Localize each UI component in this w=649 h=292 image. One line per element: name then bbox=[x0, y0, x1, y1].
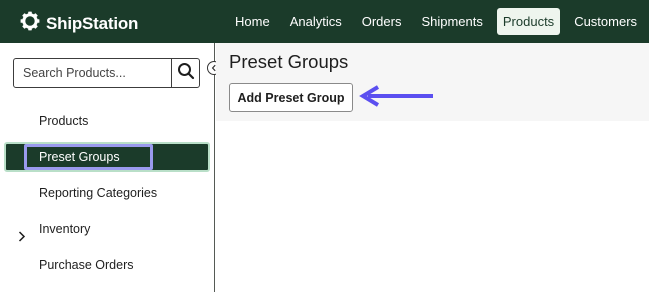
brand-name: ShipStation bbox=[46, 13, 139, 33]
brand-logo[interactable]: ShipStation bbox=[20, 11, 138, 36]
nav-item-products[interactable]: Products bbox=[496, 8, 561, 35]
sidebar-item-label: Reporting Categories bbox=[39, 186, 158, 200]
sidebar-item-label: Preset Groups bbox=[39, 150, 120, 164]
chevron-right-icon bbox=[18, 223, 26, 253]
nav-item-analytics[interactable]: Analytics bbox=[284, 8, 348, 35]
gear-logo-icon bbox=[20, 11, 40, 36]
search-input[interactable] bbox=[14, 59, 171, 87]
nav-item-orders[interactable]: Orders bbox=[356, 8, 408, 35]
sidebar-item-inventory[interactable]: Inventory bbox=[0, 214, 214, 244]
nav-item-shipments[interactable]: Shipments bbox=[415, 8, 488, 35]
product-search bbox=[13, 58, 200, 88]
search-button[interactable] bbox=[171, 59, 199, 87]
search-icon bbox=[177, 62, 195, 85]
sidebar-item-label: Purchase Orders bbox=[39, 258, 134, 272]
sidebar-item-products[interactable]: Products bbox=[0, 106, 214, 136]
sidebar-item-preset-groups[interactable]: Preset Groups bbox=[4, 142, 210, 172]
sidebar-item-label: Inventory bbox=[39, 222, 91, 236]
top-navigation-bar: ShipStation Home Analytics Orders Shipme… bbox=[0, 0, 649, 43]
annotation-arrow-icon bbox=[359, 85, 433, 107]
main-nav: Home Analytics Orders Shipments Products… bbox=[229, 8, 649, 35]
sidebar-item-label: Products bbox=[39, 114, 89, 128]
nav-item-customers[interactable]: Customers bbox=[568, 8, 643, 35]
add-preset-group-button[interactable]: Add Preset Group bbox=[229, 83, 353, 112]
page-title: Preset Groups bbox=[229, 51, 349, 72]
page-header: Preset Groups Add Preset Group bbox=[216, 43, 649, 121]
nav-item-home[interactable]: Home bbox=[229, 8, 276, 35]
sidebar-item-reporting-categories[interactable]: Reporting Categories bbox=[0, 178, 214, 208]
sidebar-item-purchase-orders[interactable]: Purchase Orders bbox=[0, 250, 214, 280]
sidebar: Products Preset Groups Reporting Categor… bbox=[0, 43, 221, 292]
